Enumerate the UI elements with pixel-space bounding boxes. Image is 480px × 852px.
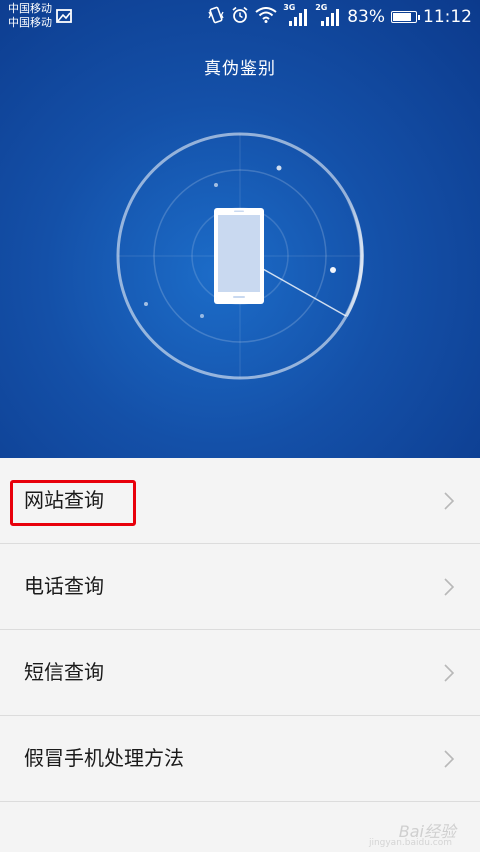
chevron-right-icon <box>444 664 455 686</box>
radar-dot <box>144 302 148 306</box>
menu-item-phone-query[interactable]: 电话查询 <box>0 544 480 630</box>
signal-bars-2-icon <box>321 9 340 26</box>
highlight-annotation <box>10 480 136 526</box>
query-menu: 网站查询 电话查询 短信查询 假冒手机处理方法 <box>0 458 480 802</box>
chevron-right-icon <box>444 578 455 600</box>
battery-fill <box>393 13 411 21</box>
radar-dot <box>214 183 218 187</box>
signal-sim2: 2G <box>315 3 341 27</box>
chevron-right-icon <box>444 750 455 772</box>
signal-bars-1-icon <box>289 9 308 26</box>
carrier-1-label: 中国移动 <box>8 2 52 15</box>
watermark-url: jingyan.baidu.com <box>368 838 452 848</box>
app-screen: 中国移动 中国移动 3G 2G 83% 11:12 真伪鉴别 网站查询 电话查询… <box>0 0 480 852</box>
radar-dot <box>200 314 204 318</box>
menu-item-label: 短信查询 <box>24 660 104 684</box>
wifi-icon <box>255 6 277 28</box>
image-notification-icon <box>56 8 72 27</box>
menu-item-website-query[interactable]: 网站查询 <box>0 458 480 544</box>
vibrate-icon <box>207 6 225 29</box>
alarm-icon <box>231 6 249 29</box>
radar-dot <box>276 165 282 171</box>
battery-percent: 83% <box>347 7 385 27</box>
scan-hero: 中国移动 中国移动 3G 2G 83% 11:12 真伪鉴别 <box>0 0 480 458</box>
phone-icon <box>214 208 264 304</box>
menu-item-label: 假冒手机处理方法 <box>24 746 184 770</box>
page-title: 真伪鉴别 <box>204 59 276 79</box>
signal-sim1: 3G <box>283 3 309 27</box>
carrier-2-label: 中国移动 <box>8 16 52 29</box>
carrier-info: 中国移动 中国移动 <box>8 2 52 30</box>
menu-item-label: 电话查询 <box>24 574 104 598</box>
menu-item-sms-query[interactable]: 短信查询 <box>0 630 480 716</box>
battery-icon <box>391 11 420 23</box>
menu-item-counterfeit-handling[interactable]: 假冒手机处理方法 <box>0 716 480 802</box>
radar-dot <box>330 267 336 273</box>
chevron-right-icon <box>444 492 455 514</box>
status-bar: 中国移动 中国移动 3G 2G 83% 11:12 <box>0 0 480 34</box>
clock: 11:12 <box>423 7 472 27</box>
status-icons: 3G 2G 83% 11:12 <box>207 3 472 29</box>
